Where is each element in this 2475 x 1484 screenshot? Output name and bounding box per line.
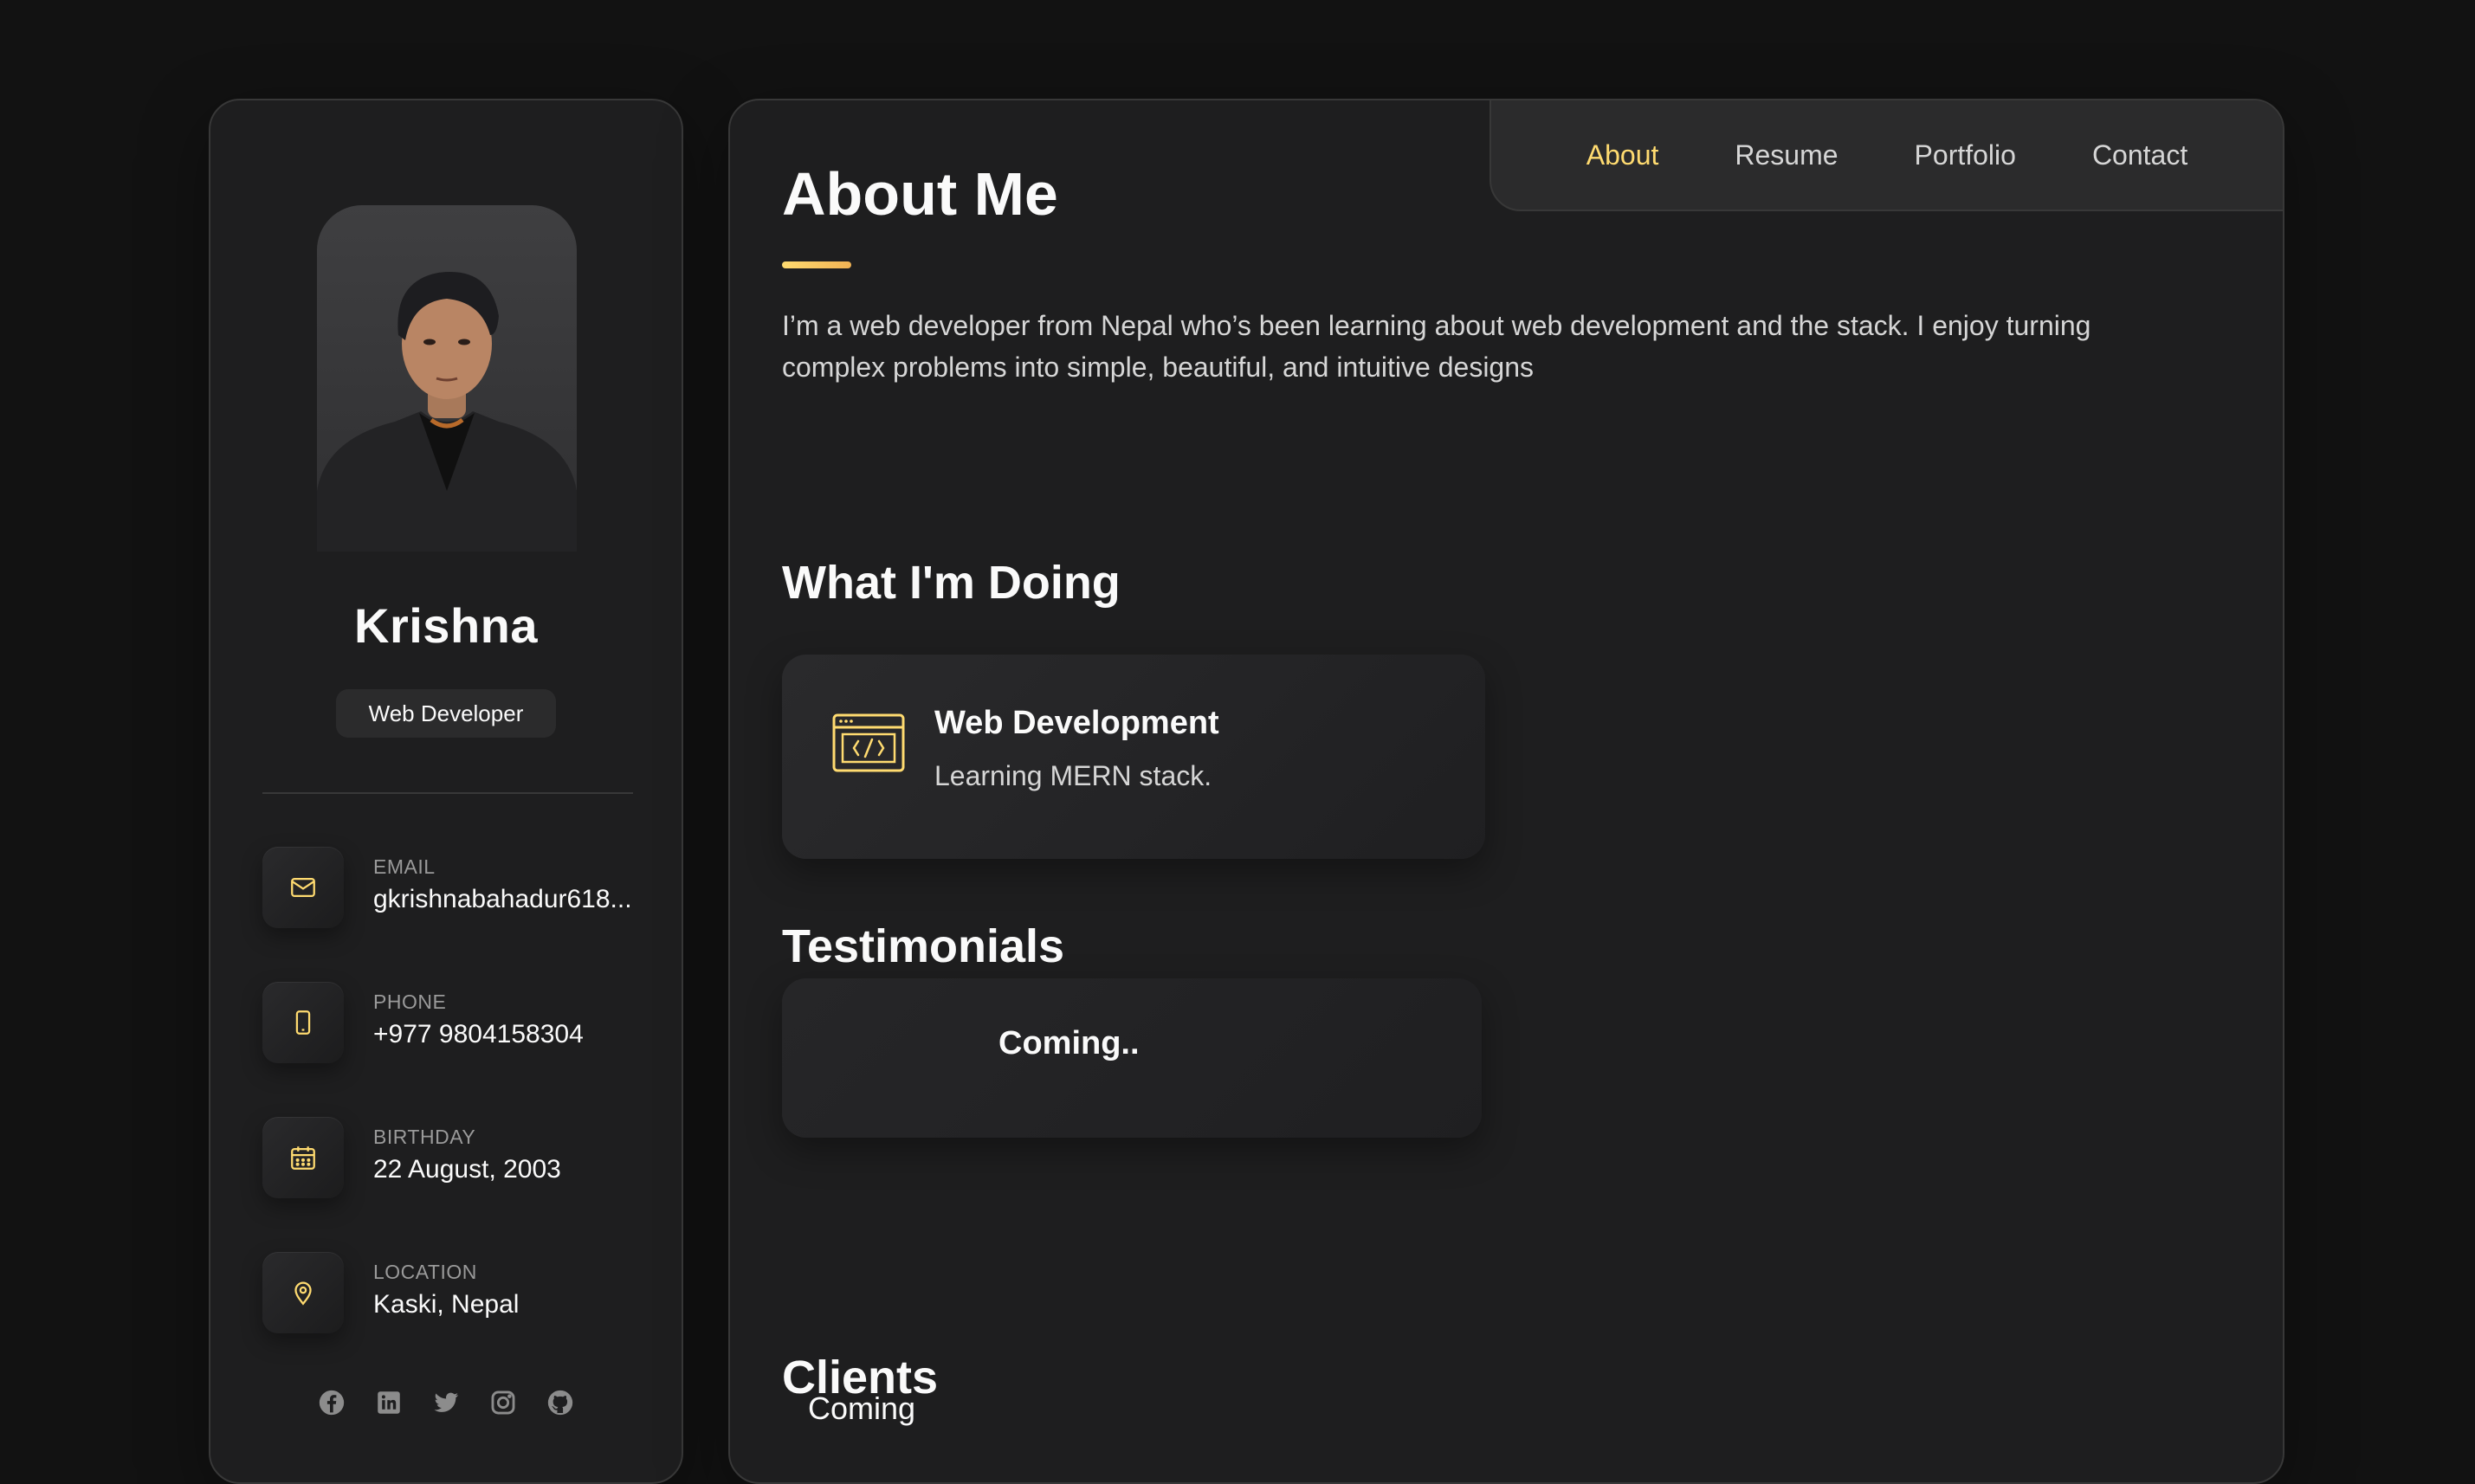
- section-title-testimonials: Testimonials: [782, 920, 1065, 972]
- social-links: [210, 1387, 682, 1418]
- service-card: Web Development Learning MERN stack.: [782, 655, 1485, 859]
- contact-item-email: Email gkrishnabahadur618...: [262, 847, 643, 930]
- nav-portfolio[interactable]: Portfolio: [1915, 139, 2016, 171]
- main-content: About Resume Portfolio Contact About Me …: [728, 99, 2284, 1484]
- testimonial-card: Coming..: [782, 978, 1482, 1138]
- contact-label: Birthday: [373, 1126, 476, 1148]
- title-underline: [782, 261, 851, 268]
- location-value: Kaski, Nepal: [373, 1290, 520, 1319]
- nav-contact[interactable]: Contact: [2092, 139, 2187, 171]
- linkedin-icon[interactable]: [373, 1387, 404, 1418]
- avatar: [317, 205, 577, 552]
- sidebar: Krishna Web Developer Email gkrishnabaha…: [209, 99, 683, 1484]
- avatar-portrait-image: [317, 272, 577, 552]
- instagram-icon[interactable]: [488, 1387, 519, 1418]
- profile-title-badge: Web Developer: [336, 689, 556, 738]
- twitter-icon[interactable]: [430, 1387, 462, 1418]
- section-title-doing: What I'm Doing: [782, 557, 1121, 609]
- contact-label: Email: [373, 855, 436, 878]
- service-text: Learning MERN stack.: [934, 760, 1212, 791]
- email-link[interactable]: gkrishnabahadur618...: [373, 885, 632, 914]
- mail-icon: [262, 847, 344, 928]
- nav-about[interactable]: About: [1586, 139, 1659, 171]
- contact-item-birthday: Birthday 22 August, 2003: [262, 1117, 643, 1200]
- contact-label: Phone: [373, 990, 447, 1013]
- phone-link[interactable]: +977 9804158304: [373, 1020, 584, 1049]
- clients-text: Coming: [808, 1390, 916, 1426]
- code-window-icon: [832, 713, 905, 772]
- contact-item-phone: Phone +977 9804158304: [262, 982, 643, 1065]
- calendar-icon: [262, 1117, 344, 1198]
- service-title: Web Development: [934, 705, 1219, 741]
- about-text: I’m a web developer from Nepal who’s bee…: [782, 310, 2091, 383]
- page-title: About Me: [782, 160, 1058, 228]
- facebook-icon[interactable]: [316, 1387, 347, 1418]
- contact-item-location: Location Kaski, Nepal: [262, 1252, 643, 1335]
- nav-resume[interactable]: Resume: [1735, 139, 1838, 171]
- birthday-value: 22 August, 2003: [373, 1155, 561, 1184]
- sidebar-separator: [262, 792, 633, 794]
- location-pin-icon: [262, 1252, 344, 1333]
- github-icon[interactable]: [545, 1387, 576, 1418]
- profile-name: Krishna: [354, 598, 538, 653]
- contact-label: Location: [373, 1261, 477, 1283]
- navbar: About Resume Portfolio Contact: [1490, 100, 2283, 211]
- phone-icon: [262, 982, 344, 1063]
- testimonial-text: Coming..: [998, 1025, 1140, 1061]
